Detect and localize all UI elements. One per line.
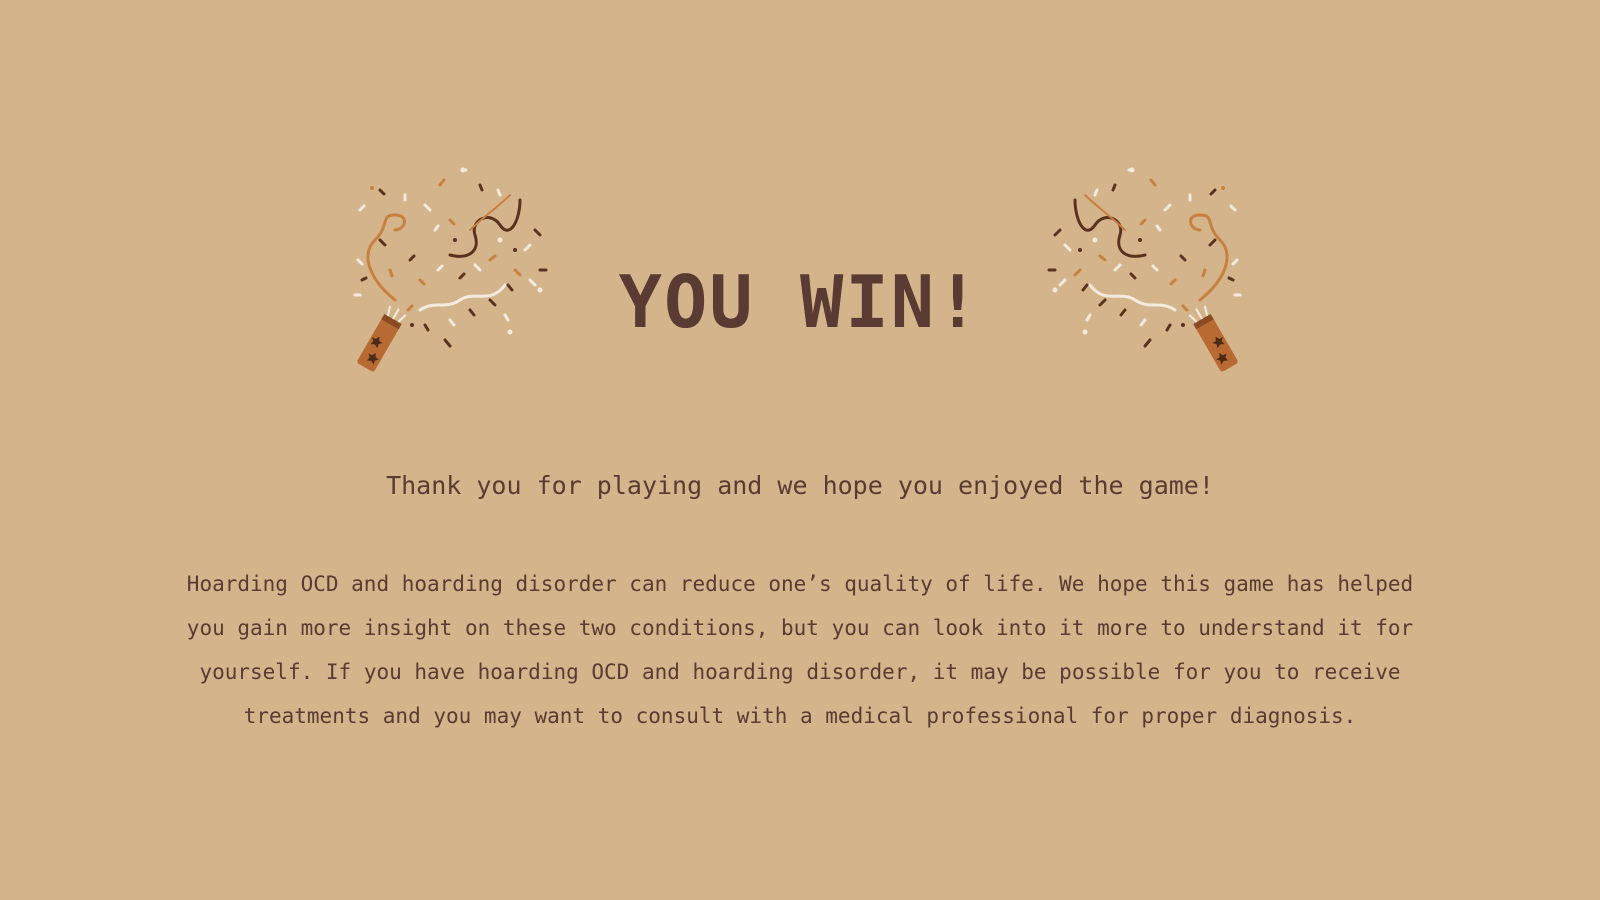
hoarding-info-paragraph: Hoarding OCD and hoarding disorder can r…	[186, 572, 1414, 728]
party-popper-left-icon	[350, 160, 570, 390]
win-screen: YOU WIN! Thank you for playing and we ho…	[0, 0, 1600, 900]
you-win-title: YOU WIN!	[618, 260, 982, 344]
thank-you-message: Thank you for playing and we hope you en…	[386, 471, 1214, 500]
party-popper-right-icon	[1025, 160, 1245, 390]
